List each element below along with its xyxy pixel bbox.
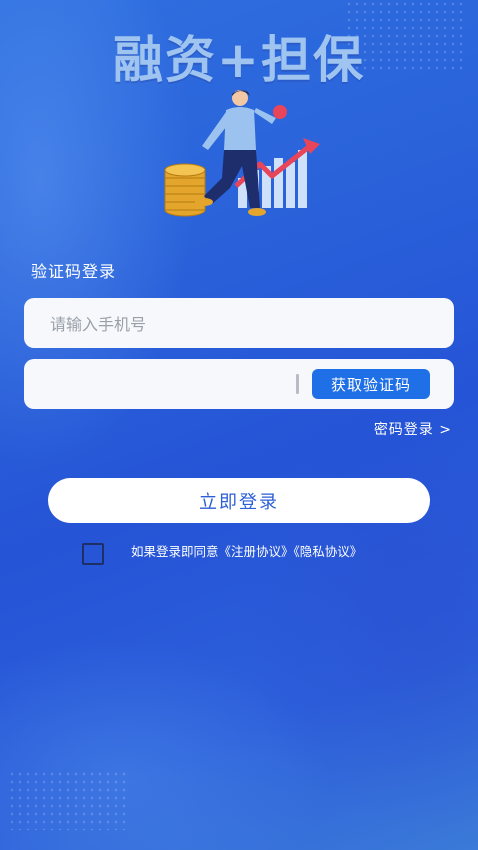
phone-input[interactable] xyxy=(48,298,312,350)
dot-pattern-bottom xyxy=(8,770,128,830)
password-login-link[interactable]: 密码登录 > xyxy=(374,419,452,439)
register-agreement-link[interactable]: 《注册协议》 xyxy=(219,544,294,559)
code-field[interactable]: 获取验证码 xyxy=(24,359,454,411)
agreement-checkbox[interactable] xyxy=(82,543,104,565)
agreement-prefix: 如果登录即同意 xyxy=(131,544,219,559)
get-code-button[interactable]: 获取验证码 xyxy=(312,369,430,399)
finance-illustration xyxy=(164,90,320,217)
privacy-agreement-link[interactable]: 《隐私协议》 xyxy=(294,544,363,559)
login-button[interactable]: 立即登录 xyxy=(48,478,430,523)
verification-code-input[interactable] xyxy=(48,359,312,411)
phone-field[interactable] xyxy=(24,298,454,350)
input-divider xyxy=(296,374,299,394)
hero-title: 融资+担保 xyxy=(113,31,365,89)
agreement-text: 如果登录即同意《注册协议》《隐私协议》 xyxy=(131,543,362,561)
section-title-sms-login: 验证码登录 xyxy=(31,262,117,281)
